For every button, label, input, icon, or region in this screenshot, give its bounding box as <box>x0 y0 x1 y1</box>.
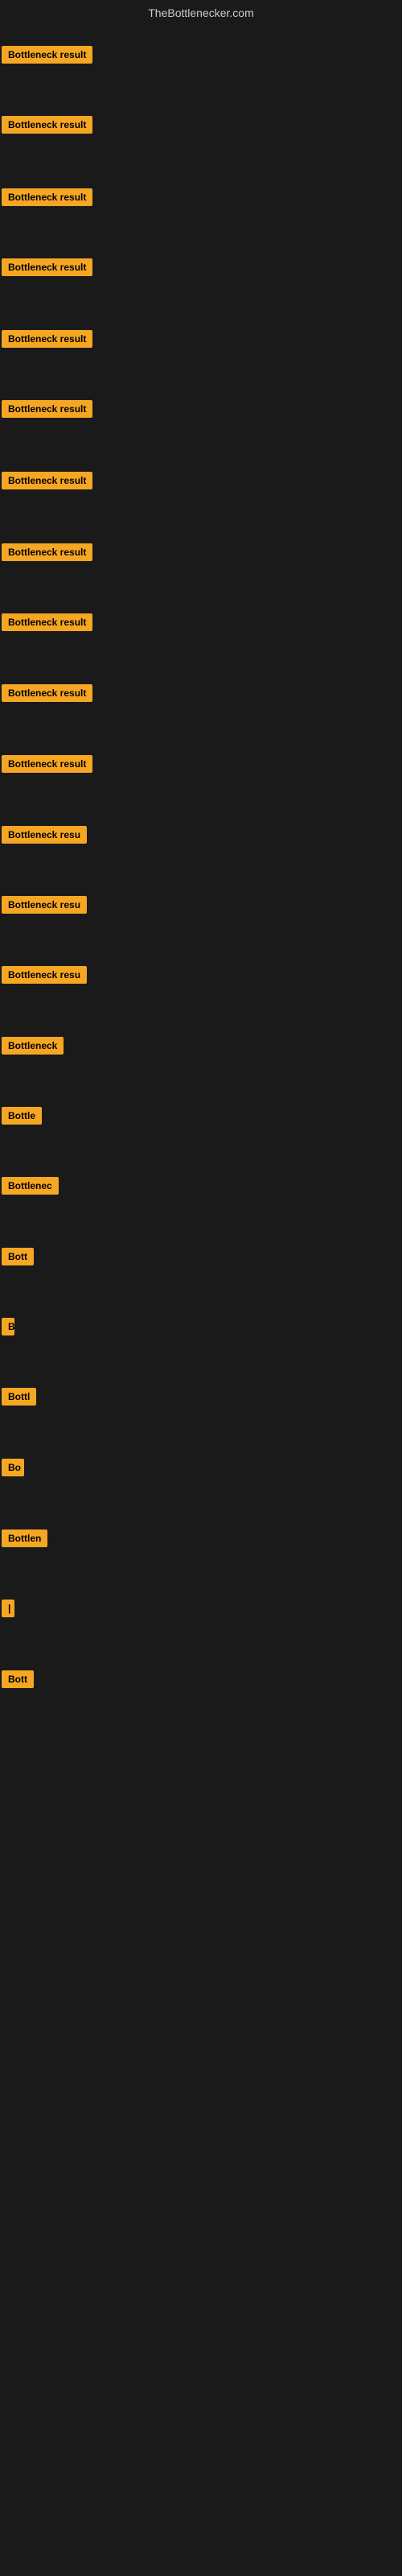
bottleneck-item-12: Bottleneck resu <box>2 896 87 918</box>
bottleneck-item-20: Bo <box>2 1459 24 1480</box>
bottleneck-item-22: | <box>2 1600 14 1621</box>
bottleneck-item-0: Bottleneck result <box>2 46 92 68</box>
bottleneck-label-6: Bottleneck result <box>2 472 92 489</box>
bottleneck-item-9: Bottleneck result <box>2 684 92 706</box>
bottleneck-label-18: B <box>2 1318 14 1335</box>
bottleneck-label-0: Bottleneck result <box>2 46 92 64</box>
bottleneck-item-2: Bottleneck result <box>2 188 92 210</box>
bottleneck-item-8: Bottleneck result <box>2 613 92 635</box>
bottleneck-label-11: Bottleneck resu <box>2 826 87 844</box>
bottleneck-label-1: Bottleneck result <box>2 116 92 134</box>
bottleneck-label-10: Bottleneck result <box>2 755 92 773</box>
bottleneck-label-19: Bottl <box>2 1388 36 1406</box>
bottleneck-item-10: Bottleneck result <box>2 755 92 777</box>
bottleneck-item-13: Bottleneck resu <box>2 966 87 988</box>
bottleneck-label-21: Bottlen <box>2 1530 47 1547</box>
bottleneck-item-17: Bott <box>2 1248 34 1269</box>
bottleneck-label-9: Bottleneck result <box>2 684 92 702</box>
bottleneck-label-3: Bottleneck result <box>2 258 92 276</box>
bottleneck-item-1: Bottleneck result <box>2 116 92 138</box>
bottleneck-item-4: Bottleneck result <box>2 330 92 352</box>
bottleneck-label-7: Bottleneck result <box>2 543 92 561</box>
bottleneck-label-20: Bo <box>2 1459 24 1476</box>
bottleneck-label-22: | <box>2 1600 14 1617</box>
bottleneck-label-23: Bott <box>2 1670 34 1688</box>
bottleneck-label-15: Bottle <box>2 1107 42 1125</box>
bottleneck-item-5: Bottleneck result <box>2 400 92 422</box>
bottleneck-item-16: Bottlenec <box>2 1177 59 1199</box>
bottleneck-label-17: Bott <box>2 1248 34 1265</box>
bottleneck-label-8: Bottleneck result <box>2 613 92 631</box>
bottleneck-item-19: Bottl <box>2 1388 36 1410</box>
bottleneck-label-4: Bottleneck result <box>2 330 92 348</box>
bottleneck-item-23: Bott <box>2 1670 34 1692</box>
bottleneck-label-2: Bottleneck result <box>2 188 92 206</box>
bottleneck-item-7: Bottleneck result <box>2 543 92 565</box>
bottleneck-label-14: Bottleneck <box>2 1037 64 1055</box>
site-title: TheBottlenecker.com <box>0 0 402 26</box>
bottleneck-item-11: Bottleneck resu <box>2 826 87 848</box>
bottleneck-item-3: Bottleneck result <box>2 258 92 280</box>
bottleneck-item-6: Bottleneck result <box>2 472 92 493</box>
bottleneck-item-15: Bottle <box>2 1107 42 1129</box>
bottleneck-item-18: B <box>2 1318 14 1340</box>
bottleneck-label-5: Bottleneck result <box>2 400 92 418</box>
bottleneck-label-16: Bottlenec <box>2 1177 59 1195</box>
bottleneck-label-12: Bottleneck resu <box>2 896 87 914</box>
bottleneck-label-13: Bottleneck resu <box>2 966 87 984</box>
bottleneck-item-21: Bottlen <box>2 1530 47 1551</box>
bottleneck-item-14: Bottleneck <box>2 1037 64 1059</box>
